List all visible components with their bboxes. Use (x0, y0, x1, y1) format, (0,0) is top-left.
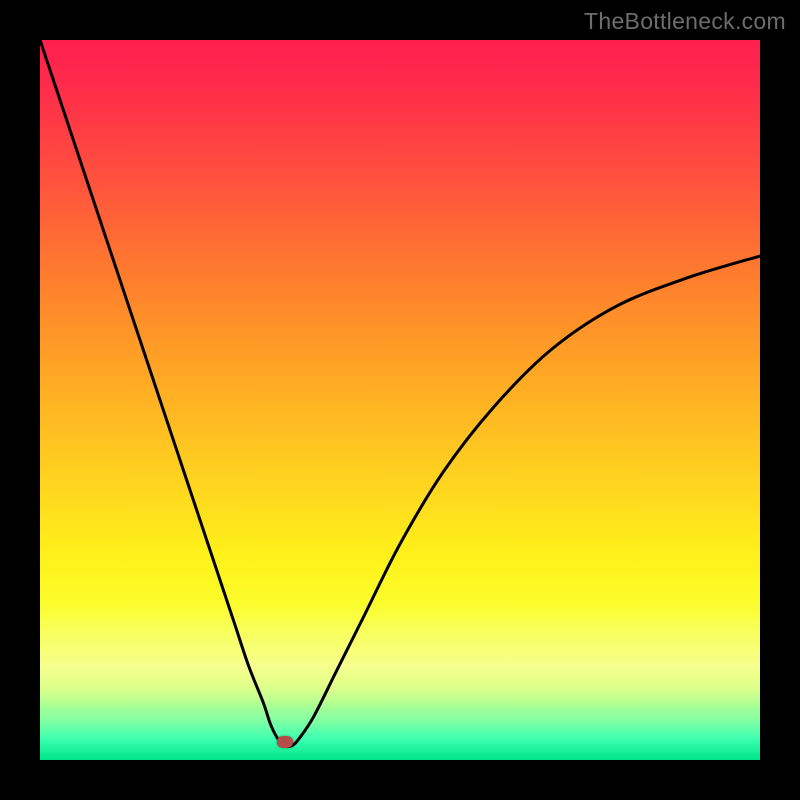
watermark-text: TheBottleneck.com (584, 8, 786, 35)
chart-frame: TheBottleneck.com (0, 0, 800, 800)
bottleneck-curve (40, 40, 760, 747)
optimal-point-marker (277, 736, 293, 748)
plot-area (40, 40, 760, 760)
curve-svg (40, 40, 760, 760)
